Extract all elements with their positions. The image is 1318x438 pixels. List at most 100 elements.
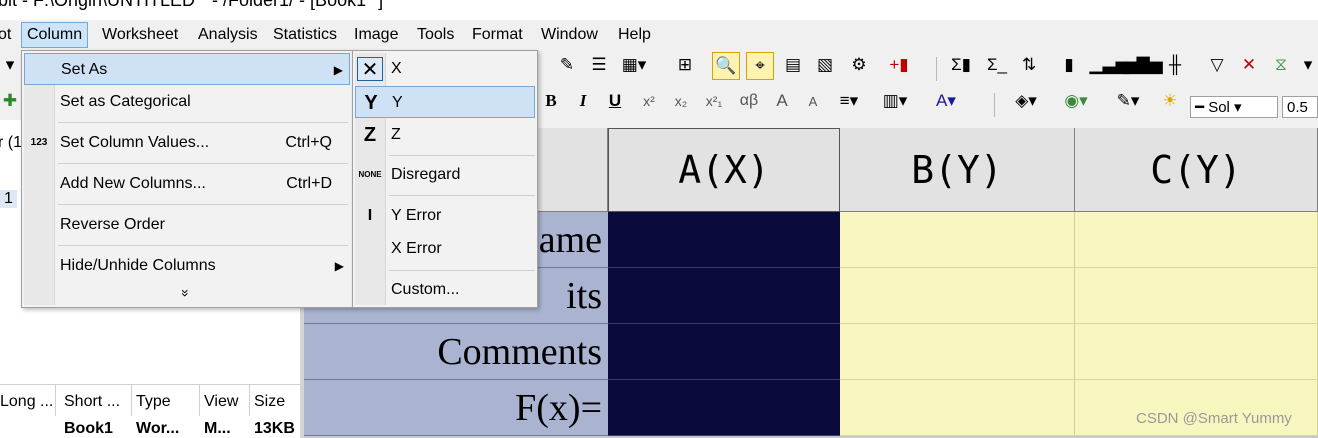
- menu-plot[interactable]: ot: [0, 25, 11, 45]
- header-view[interactable]: View: [200, 385, 250, 417]
- cell-a-formula[interactable]: [608, 380, 840, 436]
- cell-b-units[interactable]: [840, 268, 1075, 324]
- tree-folder-label[interactable]: r (1: [0, 134, 22, 152]
- cell-b-comments[interactable]: [840, 324, 1075, 380]
- menu-item-set-as[interactable]: Set As ▶: [24, 53, 350, 85]
- menu-image[interactable]: Image: [354, 25, 398, 45]
- menu-help[interactable]: Help: [618, 25, 651, 45]
- menu-tools[interactable]: Tools: [417, 25, 454, 45]
- menu-item-set-as-categorical[interactable]: Set as Categorical: [24, 86, 350, 118]
- header-short-name[interactable]: Short ...: [60, 385, 132, 417]
- row-label-formula[interactable]: F(x)=: [304, 380, 608, 436]
- cell-a-units[interactable]: [608, 268, 840, 324]
- line-color-icon[interactable]: ✎▾: [1106, 88, 1150, 114]
- subscript-button[interactable]: x₂: [668, 88, 694, 114]
- toolbar-separator: [936, 57, 937, 81]
- menu-item-label: Add New Columns...: [60, 175, 206, 192]
- menu-worksheet[interactable]: Worksheet: [102, 25, 178, 45]
- menu-item-reverse-order[interactable]: Reverse Order: [24, 209, 350, 241]
- sort-icon[interactable]: ⇅: [1016, 52, 1042, 78]
- reapply-filter-icon[interactable]: ⧖: [1268, 52, 1294, 78]
- menu-column[interactable]: Column: [21, 22, 89, 48]
- bold-button[interactable]: B: [540, 88, 562, 114]
- fill-color-icon[interactable]: ◈▾: [1006, 88, 1046, 114]
- gear-icon[interactable]: ⚙: [846, 52, 872, 78]
- cell-type: Wor...: [136, 420, 180, 437]
- decrease-font-icon[interactable]: A: [802, 88, 824, 114]
- submenu-item-custom[interactable]: Custom...: [355, 274, 535, 306]
- row-label-comments[interactable]: Comments: [304, 324, 608, 380]
- submenu-item-y-error[interactable]: I Y Error: [355, 200, 535, 232]
- column-chart-icon[interactable]: ▅▇▅: [1123, 52, 1162, 78]
- tree-icon[interactable]: ⊞: [672, 52, 698, 78]
- column-style-icon[interactable]: ▥▾: [878, 88, 912, 114]
- submenu-item-x[interactable]: ✕ X: [355, 53, 535, 85]
- menu-separator: [58, 204, 348, 205]
- column-header-c[interactable]: C(Y): [1075, 128, 1318, 212]
- set-values-icon[interactable]: ▮: [1054, 52, 1084, 78]
- superscript-button[interactable]: x²: [636, 88, 662, 114]
- brightness-icon[interactable]: ☀: [1156, 88, 1184, 114]
- sigma-col-label: Σ: [951, 55, 962, 74]
- tree-item-number[interactable]: 1: [0, 190, 17, 208]
- edit-grid-icon[interactable]: ▧: [812, 52, 838, 78]
- filter-icon[interactable]: ▽: [1204, 52, 1230, 78]
- edit-text-icon[interactable]: ✎: [554, 52, 580, 78]
- grid-icon[interactable]: ▤: [780, 52, 806, 78]
- align-left-icon[interactable]: ≡▾: [832, 88, 866, 114]
- cell-size: 13KB: [254, 420, 295, 437]
- submenu-item-y[interactable]: Y Y: [355, 86, 535, 118]
- menu-item-shortcut: Ctrl+D: [286, 175, 332, 192]
- toolbar-dropdown-icon[interactable]: ▾: [0, 52, 20, 78]
- data-reader-icon[interactable]: ⌖: [746, 52, 774, 80]
- worksheet-icon[interactable]: ✚: [0, 88, 20, 114]
- palette-icon[interactable]: ◉▾: [1056, 88, 1096, 114]
- menu-item-set-column-values[interactable]: 123 Set Column Values... Ctrl+Q: [24, 127, 350, 159]
- menu-item-add-new-columns[interactable]: Add New Columns... Ctrl+D: [24, 168, 350, 200]
- add-column-icon[interactable]: +▮: [884, 52, 914, 78]
- cell-c-units[interactable]: [1075, 268, 1318, 324]
- increase-font-icon[interactable]: A: [770, 88, 794, 114]
- toolbar-overflow-icon[interactable]: ▾: [1300, 52, 1316, 78]
- greek-button[interactable]: αβ: [734, 88, 764, 114]
- menu-format[interactable]: Format: [472, 25, 523, 45]
- cell-c-comments[interactable]: [1075, 324, 1318, 380]
- menu-window[interactable]: Window: [541, 25, 598, 45]
- cell-c-formula[interactable]: [1075, 380, 1318, 436]
- menu-expand-button[interactable]: »: [24, 283, 350, 303]
- submenu-item-label: Disregard: [391, 166, 461, 183]
- submenu-item-disregard[interactable]: NONE Disregard: [355, 159, 535, 191]
- rows-icon[interactable]: ☰: [586, 52, 612, 78]
- italic-button[interactable]: I: [572, 88, 594, 114]
- supsub-button[interactable]: x²₁: [700, 88, 728, 114]
- stats-chart-icon[interactable]: ╫: [1162, 52, 1188, 78]
- header-type[interactable]: Type: [132, 385, 200, 417]
- menu-analysis[interactable]: Analysis: [198, 25, 258, 45]
- menu-item-hide-unhide-columns[interactable]: Hide/Unhide Columns ▶: [24, 250, 350, 282]
- cell-c-long-name[interactable]: [1075, 212, 1318, 268]
- sigma-column-icon[interactable]: Σ ▮: [946, 52, 976, 78]
- cell-a-comments[interactable]: [608, 324, 840, 380]
- menu-item-shortcut: Ctrl+Q: [285, 134, 332, 151]
- line-style-select[interactable]: ━ Sol ▾: [1190, 96, 1278, 118]
- column-header-b[interactable]: B(Y): [840, 128, 1075, 212]
- table-row[interactable]: Book1 Wor... M... 13KB: [0, 416, 300, 438]
- header-long-name[interactable]: Long ...: [0, 385, 56, 417]
- font-color-button[interactable]: A ▾: [926, 88, 966, 114]
- watermark: CSDN @Smart Yummy: [1136, 410, 1292, 427]
- cell-a-long-name[interactable]: [608, 212, 840, 268]
- table-icon[interactable]: ▦▾: [618, 52, 650, 78]
- column-header-a[interactable]: A(X): [608, 128, 840, 212]
- cell-b-long-name[interactable]: [840, 212, 1075, 268]
- menu-statistics[interactable]: Statistics: [273, 25, 337, 45]
- line-width-select[interactable]: 0.5: [1282, 96, 1318, 118]
- cell-b-formula[interactable]: [840, 380, 1075, 436]
- submenu-item-x-error[interactable]: X Error: [355, 233, 535, 265]
- remove-filter-icon[interactable]: ✕: [1236, 52, 1262, 78]
- header-size[interactable]: Size: [250, 385, 300, 417]
- underline-button[interactable]: U: [604, 88, 626, 114]
- submenu-item-z[interactable]: Z Z: [355, 119, 535, 151]
- sigma-row-icon[interactable]: Σ _: [982, 52, 1012, 78]
- zoom-icon[interactable]: 🔍: [712, 52, 740, 80]
- bar-chart-icon[interactable]: ▁▃▅: [1089, 52, 1128, 78]
